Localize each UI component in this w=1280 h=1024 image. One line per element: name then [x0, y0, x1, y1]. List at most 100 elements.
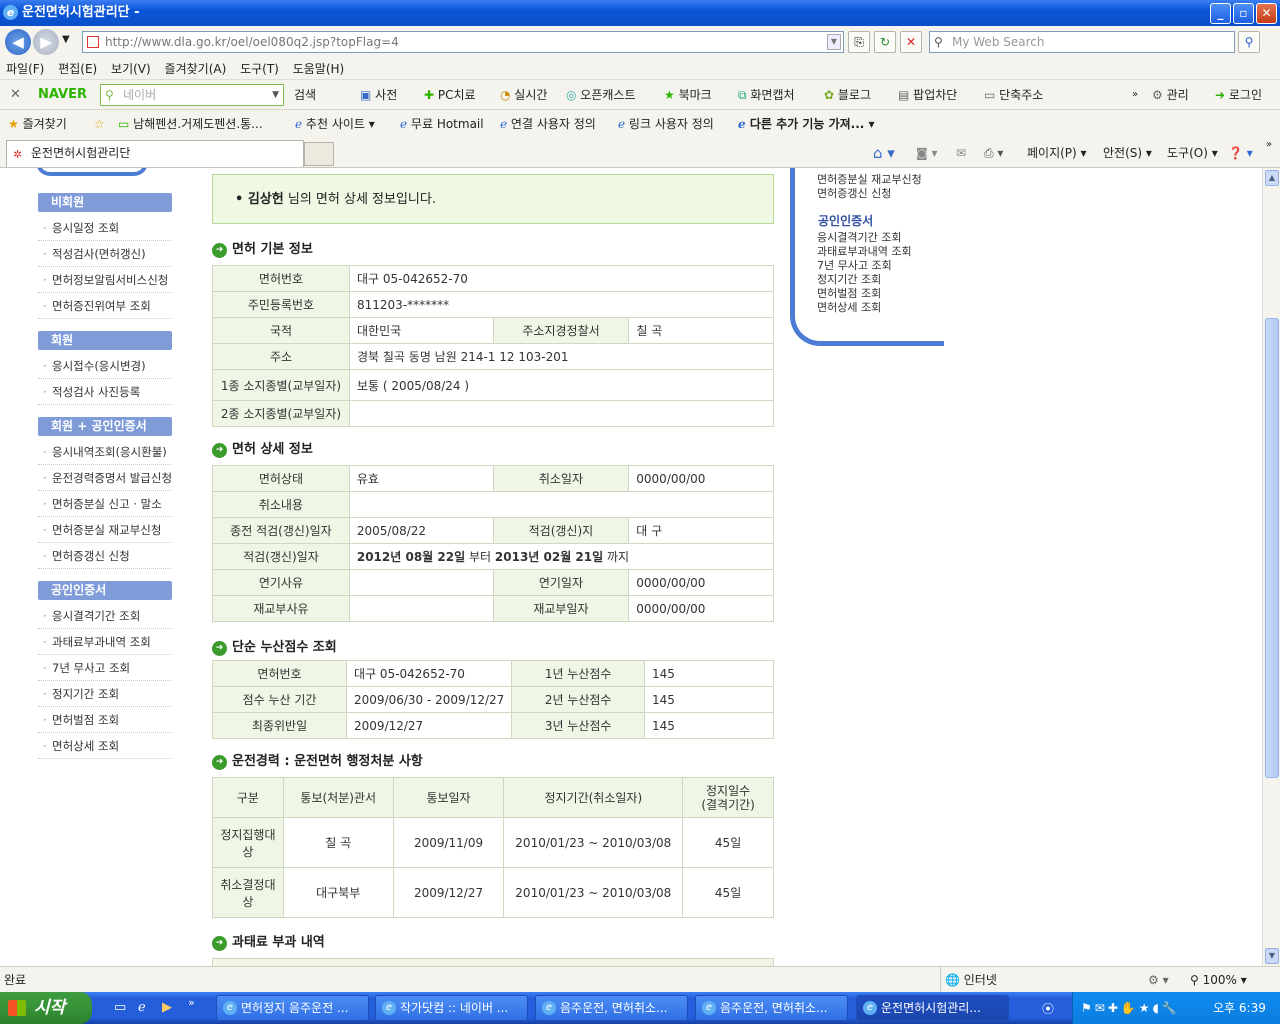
compat-view-icon[interactable]: ⎘	[848, 31, 870, 53]
naver-realtime-button[interactable]: ◔ 실시간	[500, 80, 547, 110]
right-menu-item[interactable]: 7년 무사고 조회	[817, 259, 892, 273]
taskbar-window[interactable]: 작가닷컴 :: 네이버 ...	[375, 995, 528, 1021]
tab-bar: ✲ 운전면허시험관리단 ⌂ ▾ ◙ ▾ ✉ ⎙ ▾ 페이지(P) ▾ 안전(S)…	[0, 138, 1280, 168]
scroll-down-icon[interactable]: ▼	[1265, 948, 1279, 964]
value-y2-points: 145	[643, 686, 775, 713]
vertical-scrollbar[interactable]: ▲ ▼	[1262, 168, 1280, 966]
naver-dictionary-button[interactable]: ▣ 사전	[360, 80, 397, 110]
toolbar-overflow-icon[interactable]: »	[1132, 80, 1138, 110]
taskbar-window[interactable]: 음주운전, 면허취소...	[695, 995, 848, 1021]
rss-feed-icon[interactable]: ◙ ▾	[916, 138, 937, 168]
language-bar-icon[interactable]: ⦿	[1042, 1000, 1054, 1017]
menu-view[interactable]: 보기(V)	[106, 58, 156, 80]
left-menu-item[interactable]: 면허증분실 재교부신청	[38, 517, 172, 543]
right-menu-item[interactable]: 과태료부과내역 조회	[817, 245, 912, 259]
web-search-input[interactable]: ⚲ My Web Search	[929, 31, 1235, 53]
print-icon[interactable]: ⎙ ▾	[984, 138, 1003, 168]
help-icon[interactable]: ❓ ▾	[1228, 138, 1253, 168]
new-tab-button[interactable]	[304, 142, 334, 166]
history-header: 정지기간(취소일자)	[503, 777, 684, 818]
left-menu-item[interactable]: 면허증진위여부 조회	[38, 293, 172, 319]
back-button[interactable]: ◀	[5, 29, 31, 55]
right-menu-item[interactable]: 정지기간 조회	[817, 273, 881, 287]
naver-search-input[interactable]: ⚲ 네이버 ▼	[100, 84, 284, 106]
favorites-button[interactable]: ★ 즐겨찾기	[8, 110, 67, 138]
show-desktop-icon[interactable]: ▭	[114, 1000, 126, 1015]
fav-link-custom-link[interactable]: ℯ 링크 사용자 정의	[618, 110, 714, 138]
stop-icon[interactable]: ✕	[900, 31, 922, 53]
taskbar-window[interactable]: 음주운전, 면허취소...	[535, 995, 688, 1021]
naver-bookmark-button[interactable]: ★ 북마크	[664, 80, 712, 110]
fav-link-addons[interactable]: ℯ 다른 추가 기능 가져... ▾	[738, 110, 875, 138]
tools-menu-button[interactable]: 도구(O) ▾	[1167, 138, 1218, 168]
left-menu-item[interactable]: 과태료부과내역 조회	[38, 629, 172, 655]
refresh-icon[interactable]: ↻	[874, 31, 896, 53]
naver-blog-button[interactable]: ✿ 블로그	[824, 80, 871, 110]
left-menu-item[interactable]: 응시일정 조회	[38, 215, 172, 241]
naver-shorturl-button[interactable]: ▭ 단축주소	[984, 80, 1043, 110]
search-go-button[interactable]: ⚲	[1238, 31, 1260, 53]
right-menu-item[interactable]: 면허증분실 재교부신청	[817, 173, 922, 187]
taskbar-window-active[interactable]: 운전면허시험관리...	[856, 995, 1009, 1021]
fav-link-pension[interactable]: ▭ 남해펜션.거제도펜션.통...	[118, 110, 263, 138]
history-dropdown-icon[interactable]: ▼	[62, 34, 70, 45]
left-menu-item[interactable]: 응시접수(응시변경)	[38, 353, 172, 379]
left-menu-item[interactable]: 면허벌점 조회	[38, 707, 172, 733]
scrollbar-thumb[interactable]	[1265, 318, 1279, 778]
naver-search-button[interactable]: 검색	[294, 80, 316, 110]
start-button[interactable]: 시작	[0, 992, 92, 1024]
menu-tools[interactable]: 도구(T)	[235, 58, 284, 80]
right-menu-item[interactable]: 면허벌점 조회	[817, 287, 881, 301]
forward-button[interactable]: ▶	[33, 29, 59, 55]
left-menu-item[interactable]: 적성검사 사진등록	[38, 379, 172, 405]
naver-pc-care-button[interactable]: ✚ PC치료	[424, 80, 476, 110]
left-menu-item[interactable]: 면허정보알림서비스신청	[38, 267, 172, 293]
fav-link-hotmail[interactable]: ℯ 무료 Hotmail	[400, 110, 484, 138]
left-menu-item[interactable]: 적성검사(면허갱신)	[38, 241, 172, 267]
right-menu-item[interactable]: 면허상세 조회	[817, 301, 881, 315]
page-menu-button[interactable]: 페이지(P) ▾	[1027, 138, 1087, 168]
maximize-button[interactable]: ▫	[1233, 3, 1254, 24]
left-menu-item[interactable]: 면허증분실 신고 · 말소	[38, 491, 172, 517]
quicklaunch-media-icon[interactable]: ▶	[162, 1000, 172, 1015]
taskbar-window[interactable]: 면허정지 음주운전 ...	[216, 995, 369, 1021]
mail-icon[interactable]: ✉	[956, 138, 966, 168]
left-menu-item[interactable]: 면허증갱신 신청	[38, 543, 172, 569]
protected-mode-icon[interactable]: ⚙ ▾	[1148, 967, 1169, 993]
left-menu-item[interactable]: 응시결격기간 조회	[38, 603, 172, 629]
menu-favorites[interactable]: 즐겨찾기(A)	[160, 58, 232, 80]
add-favorite-icon[interactable]: ☆	[94, 110, 105, 138]
naver-capture-button[interactable]: ⧉ 화면캡처	[738, 80, 795, 110]
address-dropdown-icon[interactable]: ▼	[827, 34, 841, 50]
left-menu-item[interactable]: 7년 무사고 조회	[38, 655, 172, 681]
close-window-button[interactable]: ✕	[1256, 3, 1277, 24]
safety-menu-button[interactable]: 안전(S) ▾	[1103, 138, 1152, 168]
menu-file[interactable]: 파일(F)	[0, 58, 49, 80]
address-input[interactable]: http://www.dla.go.kr/oel/oel080q2.jsp?to…	[82, 31, 844, 53]
naver-opencast-button[interactable]: ◎ 오픈캐스트	[566, 80, 636, 110]
right-menu-item[interactable]: 응시결격기간 조회	[817, 231, 901, 245]
left-menu-item[interactable]: 면허상세 조회	[38, 733, 172, 759]
naver-popup-block-button[interactable]: ▤ 팝업차단	[898, 80, 957, 110]
scroll-up-icon[interactable]: ▲	[1265, 170, 1279, 186]
right-menu-item[interactable]: 면허증갱신 신청	[817, 187, 891, 201]
fav-link-custom-connect[interactable]: ℯ 연결 사용자 정의	[500, 110, 596, 138]
home-icon[interactable]: ⌂ ▾	[873, 138, 895, 168]
left-menu-item[interactable]: 정지기간 조회	[38, 681, 172, 707]
zoom-control[interactable]: ⚲ 100% ▾	[1190, 967, 1247, 993]
naver-login-button[interactable]: ➜ 로그인	[1215, 80, 1262, 110]
left-menu-item[interactable]: 응시내역조회(응시환불)	[38, 439, 172, 465]
naver-search-dropdown-icon[interactable]: ▼	[272, 85, 279, 105]
minimize-button[interactable]: _	[1210, 3, 1231, 24]
command-overflow-icon[interactable]: »	[1266, 130, 1272, 160]
menu-help[interactable]: 도움말(H)	[288, 58, 350, 80]
toolbar-close-icon[interactable]: ✕	[10, 80, 21, 110]
tray-icons[interactable]: ⚑✉✚✋★◖🔧	[1081, 992, 1180, 1024]
tab-active[interactable]: ✲ 운전면허시험관리단	[6, 140, 304, 167]
quicklaunch-overflow-icon[interactable]: »	[188, 996, 195, 1009]
fav-link-recommended[interactable]: ℯ 추천 사이트 ▾	[295, 110, 375, 138]
menu-edit[interactable]: 편집(E)	[53, 58, 102, 80]
quicklaunch-ie-icon[interactable]: ℯ	[138, 1000, 146, 1015]
left-menu-item[interactable]: 운전경력증명서 발급신청	[38, 465, 172, 491]
naver-manage-button[interactable]: ⚙ 관리	[1152, 80, 1189, 110]
